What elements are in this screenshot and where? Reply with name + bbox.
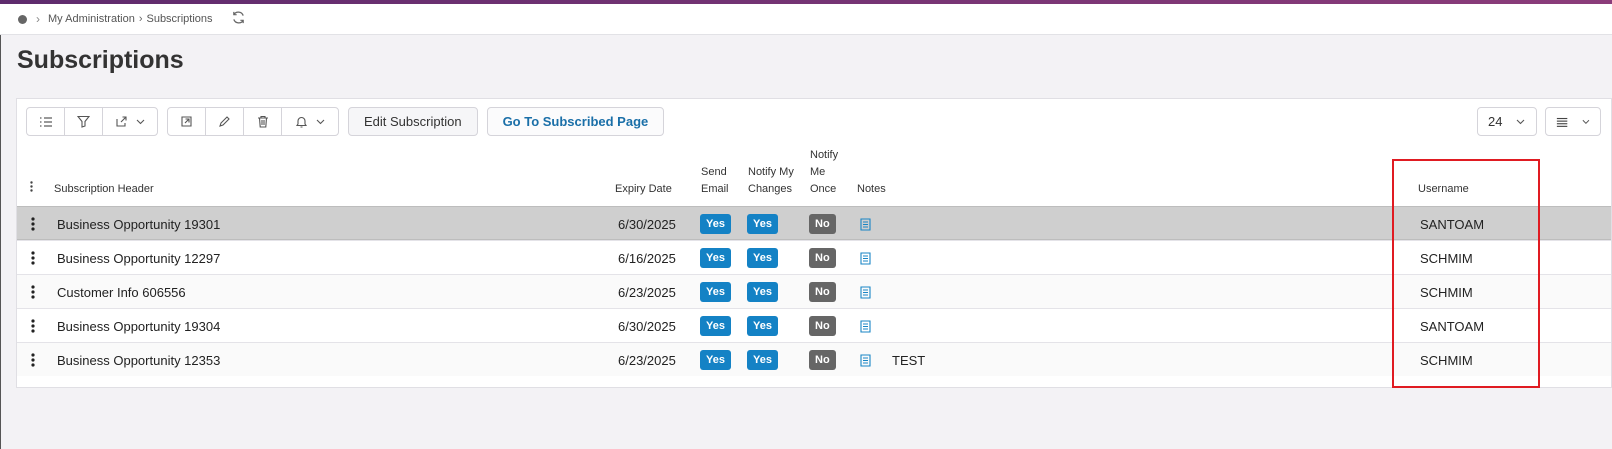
notes-icon[interactable] — [860, 343, 871, 377]
export-button[interactable] — [103, 108, 157, 135]
subscription-header-cell[interactable]: Business Opportunity 12353 — [57, 343, 220, 377]
notes-text-cell: TEST — [892, 352, 926, 368]
col-notify-once[interactable]: Notify Me Once — [810, 147, 838, 198]
breadcrumb-item-subscriptions[interactable]: Subscriptions — [146, 13, 212, 25]
send-email-badge: Yes — [700, 316, 731, 336]
table-row[interactable]: Business Opportunity 19301 6/30/2025 Yes… — [17, 206, 1611, 240]
open-icon — [181, 116, 192, 127]
table-row[interactable]: Business Opportunity 12353 6/23/2025 Yes… — [17, 342, 1611, 376]
subscription-header-cell[interactable]: Business Opportunity 12297 — [57, 241, 220, 275]
col-expiry-date[interactable]: Expiry Date — [615, 181, 672, 198]
col-notify-once-line3: Once — [810, 183, 837, 195]
subscription-header-cell[interactable]: Business Opportunity 19304 — [57, 309, 220, 343]
expiry-date-cell: 6/30/2025 — [618, 318, 676, 334]
row-menu-icon[interactable] — [27, 241, 39, 275]
row-menu-icon[interactable] — [27, 343, 39, 377]
window-edge — [0, 35, 1, 449]
breadcrumb-separator: › — [138, 13, 143, 25]
send-email-badge: Yes — [700, 248, 731, 268]
send-email-badge: Yes — [700, 214, 731, 234]
subscription-header-cell[interactable]: Customer Info 606556 — [57, 275, 186, 309]
notify-changes-badge: Yes — [747, 350, 778, 370]
notify-changes-badge: Yes — [747, 248, 778, 268]
filter-icon — [77, 115, 90, 128]
col-subscription-header[interactable]: Subscription Header — [54, 181, 154, 198]
notify-once-badge: No — [809, 248, 836, 268]
expiry-date-cell: 6/23/2025 — [618, 352, 676, 368]
username-column-highlight — [1392, 159, 1540, 388]
col-notify-changes-line1: Notify My — [748, 166, 794, 178]
pencil-icon — [219, 116, 230, 127]
column-options-icon[interactable] — [30, 181, 33, 198]
record-tools-group — [167, 107, 339, 136]
bell-icon — [295, 116, 308, 128]
chevron-down-icon — [316, 119, 325, 124]
home-dot-icon[interactable] — [18, 14, 27, 24]
col-notify-once-line1: Notify — [810, 149, 839, 161]
notes-icon[interactable] — [860, 275, 871, 309]
row-menu-icon[interactable] — [27, 207, 39, 241]
table-row[interactable]: Business Opportunity 12297 6/16/2025 Yes… — [17, 240, 1611, 274]
breadcrumb: › My Administration › Subscriptions — [0, 4, 1612, 35]
density-select[interactable] — [1545, 107, 1601, 136]
expiry-date-cell: 6/16/2025 — [618, 250, 676, 266]
col-notify-changes[interactable]: Notify My Changes — [748, 164, 794, 198]
rows-density-icon — [1556, 117, 1568, 127]
send-email-badge: Yes — [700, 350, 731, 370]
right-tools: 24 — [1469, 107, 1601, 136]
subscriptions-panel: Edit Subscription Go To Subscribed Page … — [16, 98, 1612, 388]
list-view-button[interactable] — [27, 108, 65, 135]
notify-changes-badge: Yes — [747, 316, 778, 336]
notify-once-badge: No — [809, 214, 836, 234]
notes-icon[interactable] — [860, 309, 871, 343]
notify-once-badge: No — [809, 282, 836, 302]
notes-icon[interactable] — [860, 207, 871, 241]
page-size-select[interactable]: 24 — [1477, 107, 1537, 136]
subscription-options-button[interactable] — [282, 108, 338, 135]
view-tools-group — [26, 107, 158, 136]
chevron-down-icon — [136, 119, 145, 124]
chevron-down-icon — [1517, 119, 1525, 124]
col-send-email-line2: Email — [701, 183, 729, 195]
chevron-right-icon: › — [36, 12, 40, 26]
col-send-email[interactable]: Send Email — [701, 164, 729, 198]
col-notify-changes-line2: Changes — [748, 183, 793, 195]
notify-changes-badge: Yes — [747, 282, 778, 302]
export-icon — [116, 116, 127, 127]
expiry-date-cell: 6/30/2025 — [618, 216, 676, 232]
col-send-email-line1: Send — [701, 166, 727, 178]
col-notify-once-line2: Me — [810, 166, 826, 178]
table-row[interactable]: Business Opportunity 19304 6/30/2025 Yes… — [17, 308, 1611, 342]
list-icon — [39, 116, 52, 127]
table-row[interactable]: Customer Info 606556 6/23/2025 Yes Yes N… — [17, 274, 1611, 308]
notify-once-badge: No — [809, 350, 836, 370]
trash-icon — [257, 115, 268, 128]
toolbar: Edit Subscription Go To Subscribed Page — [26, 107, 673, 136]
expiry-date-cell: 6/23/2025 — [618, 284, 676, 300]
row-menu-icon[interactable] — [27, 275, 39, 309]
chevron-down-icon — [1582, 119, 1590, 124]
page-size-value: 24 — [1488, 114, 1503, 129]
refresh-icon[interactable] — [231, 10, 246, 29]
row-menu-icon[interactable] — [27, 309, 39, 343]
notify-once-badge: No — [809, 316, 836, 336]
edit-subscription-button[interactable]: Edit Subscription — [348, 107, 478, 136]
page-title: Subscriptions — [17, 46, 184, 74]
filter-button[interactable] — [65, 108, 103, 135]
go-to-subscribed-page-button[interactable]: Go To Subscribed Page — [486, 107, 665, 136]
breadcrumb-item-administration[interactable]: My Administration — [48, 13, 135, 25]
open-record-button[interactable] — [168, 108, 206, 135]
notify-changes-badge: Yes — [747, 214, 778, 234]
edit-button[interactable] — [206, 108, 244, 135]
notes-icon[interactable] — [860, 241, 871, 275]
col-notes[interactable]: Notes — [857, 181, 886, 198]
table-header: Subscription Header Expiry Date Send Ema… — [17, 146, 1611, 206]
subscription-header-cell[interactable]: Business Opportunity 19301 — [57, 207, 220, 241]
send-email-badge: Yes — [700, 282, 731, 302]
delete-button[interactable] — [244, 108, 282, 135]
